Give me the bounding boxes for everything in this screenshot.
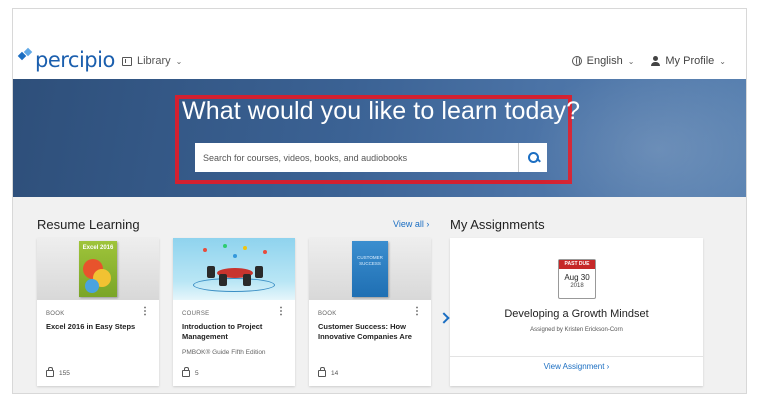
book-cover: CUSTOMER SUCCESS xyxy=(352,241,388,297)
language-label: English xyxy=(586,55,623,67)
view-all-link[interactable]: View all › xyxy=(393,219,429,229)
card-type: BOOK xyxy=(318,311,337,317)
library-label: Library xyxy=(137,55,171,67)
percipio-logo[interactable]: percipio xyxy=(17,47,115,73)
hero-banner: What would you like to learn today? xyxy=(13,79,746,197)
content-card-customer-success[interactable]: CUSTOMER SUCCESS BOOK ⋮ Customer Success… xyxy=(309,238,431,386)
resume-learning-title: Resume Learning xyxy=(37,217,140,232)
thumbs-up-icon xyxy=(182,367,190,377)
card-thumbnail xyxy=(173,238,295,300)
chevron-down-icon: ⌄ xyxy=(175,56,183,66)
card-type: BOOK xyxy=(46,311,65,317)
user-icon xyxy=(650,56,661,66)
book-cover-title: Excel 2016 xyxy=(82,245,114,251)
search-bar xyxy=(195,143,547,172)
chevron-right-icon[interactable] xyxy=(438,311,450,325)
card-likes[interactable]: 5 xyxy=(182,367,199,377)
card-title[interactable]: Introduction to Project Management xyxy=(182,322,288,342)
likes-count: 14 xyxy=(331,370,339,377)
due-date: Aug 30 xyxy=(564,273,590,282)
book-cover-title: CUSTOMER SUCCESS xyxy=(357,255,383,266)
calendar-icon: PAST DUE Aug 30 2018 xyxy=(558,259,596,299)
more-options-icon[interactable]: ⋮ xyxy=(140,307,150,317)
profile-menu[interactable]: My Profile ⌄ xyxy=(650,55,726,67)
card-thumbnail: Excel 2016 xyxy=(37,238,159,300)
card-type: COURSE xyxy=(182,311,210,317)
chevron-down-icon: ⌄ xyxy=(719,56,726,66)
logo-text: percipio xyxy=(35,48,115,72)
assigned-by: Assigned by Kristen Erickson-Corn xyxy=(530,327,623,333)
card-likes[interactable]: 14 xyxy=(318,367,339,377)
language-menu[interactable]: English ⌄ xyxy=(571,55,635,67)
thumbs-up-icon xyxy=(46,367,54,377)
card-title[interactable]: Excel 2016 in Easy Steps xyxy=(46,322,152,332)
logo-mark-icon xyxy=(17,47,33,63)
card-title[interactable]: Customer Success: How Innovative Compani… xyxy=(318,322,424,342)
top-navigation: percipio Library ⌄ English ⌄ My Profile … xyxy=(13,9,746,79)
card-likes[interactable]: 155 xyxy=(46,367,70,377)
search-input[interactable] xyxy=(195,143,518,172)
right-navigation: English ⌄ My Profile ⌄ xyxy=(571,55,726,67)
profile-label: My Profile xyxy=(665,55,715,67)
my-assignments-title: My Assignments xyxy=(450,217,545,232)
search-button[interactable] xyxy=(518,143,547,172)
more-options-icon[interactable]: ⋮ xyxy=(276,307,286,317)
hero-title: What would you like to learn today? xyxy=(182,97,581,125)
app-frame: percipio Library ⌄ English ⌄ My Profile … xyxy=(12,8,747,394)
main-content: Resume Learning View all › My Assignment… xyxy=(13,197,746,393)
chevron-down-icon: ⌄ xyxy=(627,56,635,66)
more-options-icon[interactable]: ⋮ xyxy=(412,307,422,317)
card-subtitle: PMBOK® Guide Fifth Edition xyxy=(182,349,266,356)
likes-count: 155 xyxy=(59,370,70,377)
assignment-title[interactable]: Developing a Growth Mindset xyxy=(450,308,703,320)
thumbs-up-icon xyxy=(318,367,326,377)
content-card-excel[interactable]: Excel 2016 BOOK ⋮ Excel 2016 in Easy Ste… xyxy=(37,238,159,386)
content-card-project-management[interactable]: COURSE ⋮ Introduction to Project Managem… xyxy=(173,238,295,386)
due-year: 2018 xyxy=(570,283,584,289)
assignment-card[interactable]: PAST DUE Aug 30 2018 Developing a Growth… xyxy=(450,238,703,386)
search-icon xyxy=(527,152,539,163)
book-cover: Excel 2016 xyxy=(79,241,117,297)
library-menu[interactable]: Library ⌄ xyxy=(122,55,182,67)
past-due-badge: PAST DUE xyxy=(559,260,595,269)
likes-count: 5 xyxy=(195,370,199,377)
globe-icon xyxy=(571,56,582,66)
view-assignment-link[interactable]: View Assignment › xyxy=(450,362,703,371)
library-icon xyxy=(122,56,132,66)
card-thumbnail: CUSTOMER SUCCESS xyxy=(309,238,431,300)
divider xyxy=(450,356,703,357)
